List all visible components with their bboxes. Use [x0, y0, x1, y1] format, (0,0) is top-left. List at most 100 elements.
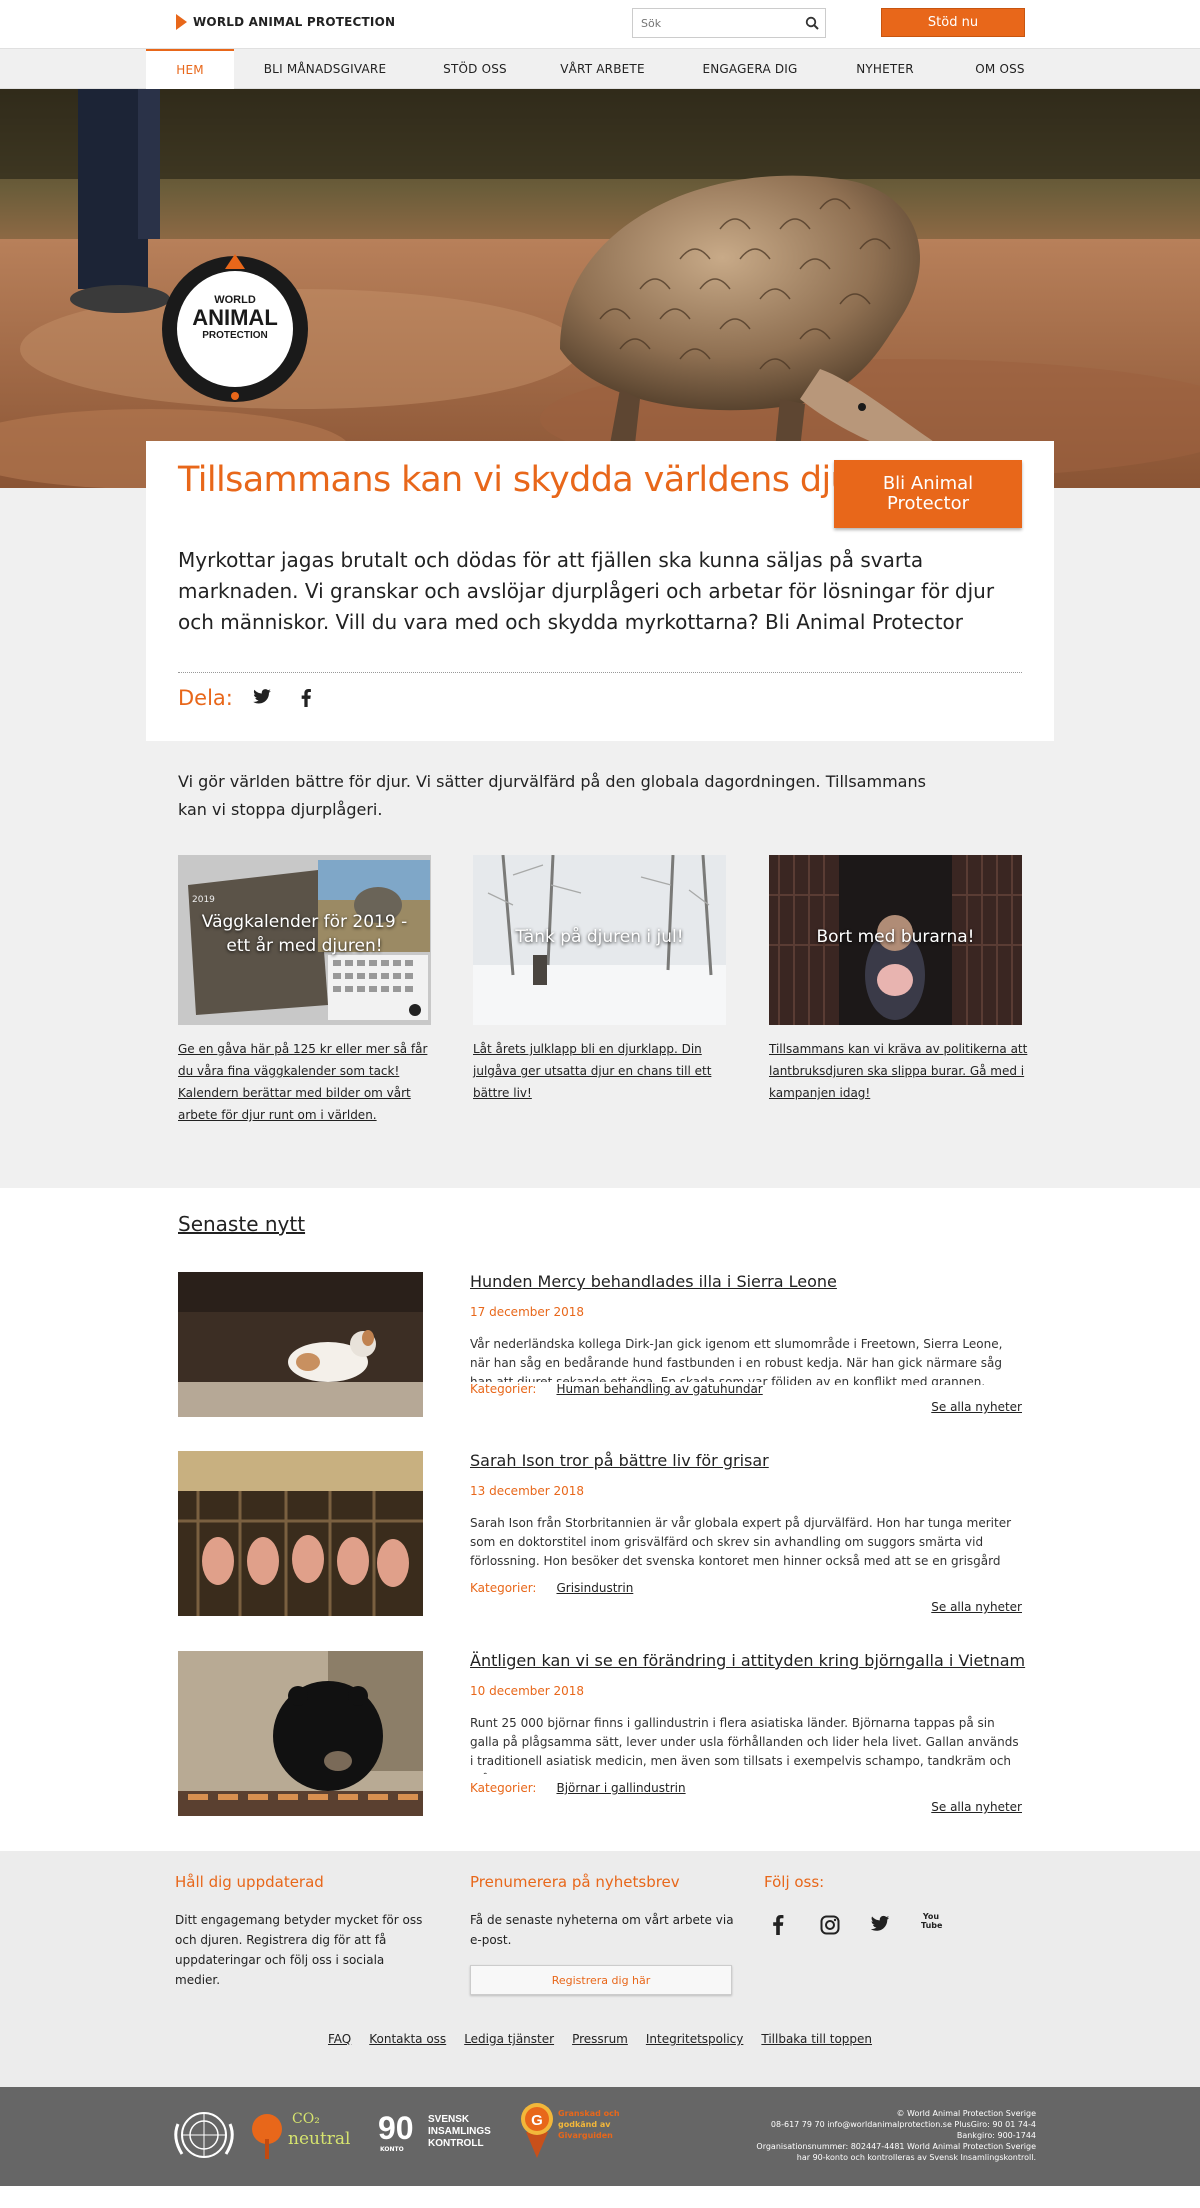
news-category-link-1[interactable]: Human behandling av gatuhundar [556, 1382, 762, 1396]
news-category-link-2[interactable]: Grisindustrin [556, 1581, 633, 1595]
news-text-3: Runt 25 000 björnar finns i gallindustri… [470, 1716, 1019, 1774]
legal-line-2: 08-617 79 70 info@worldanimalprotection.… [770, 2120, 1036, 2140]
news-more-link-3[interactable]: Se alla nyheter [931, 1800, 1022, 1814]
footer-instagram-icon[interactable] [820, 1915, 840, 1939]
news-category-label-3: Kategorier: [470, 1781, 537, 1795]
top-bar: WORLD ANIMAL PROTECTION Stöd nu [0, 0, 1200, 48]
news-category-label-2: Kategorier: [470, 1581, 537, 1595]
givarguiden-text: Granskad och godkänd av Givarguiden [558, 2108, 620, 2141]
footer-newsletter-text: Få de senaste nyheterna om vårt arbete v… [470, 1913, 734, 1947]
news-image-pigs[interactable] [178, 1451, 423, 1616]
news-category-label-1: Kategorier: [470, 1382, 537, 1396]
tile-cages-caption[interactable]: Tillsammans kan vi kräva av politikerna … [769, 1038, 1029, 1104]
nav-item-engagera-dig[interactable]: ENGAGERA DIG [690, 49, 810, 89]
tile-cages[interactable]: Bort med burarna! [769, 855, 1022, 1025]
news-title-2[interactable]: Sarah Ison tror på bättre liv för grisar [470, 1451, 769, 1470]
givarguiden-medal-icon: G [521, 2103, 553, 2158]
search-icon[interactable] [799, 9, 825, 37]
search-input[interactable] [633, 9, 799, 37]
tile-calendar[interactable]: 2019 Väggkalender för 2019 - ett år med … [178, 855, 431, 1025]
news-category-link-3[interactable]: Björnar i gallindustrin [556, 1781, 685, 1795]
logo-line-protection: PROTECTION [202, 330, 268, 341]
svensk-line-3: KONTROLL [428, 2138, 484, 2149]
footer-follow-title: Följ oss: [764, 1873, 825, 1891]
footer-links: FAQ Kontakta oss Lediga tjänster Pressru… [0, 2032, 1200, 2046]
svensk-line-2: INSAMLINGS [428, 2126, 491, 2137]
nav-item-vart-arbete[interactable]: VÅRT ARBETE [550, 49, 655, 89]
news-date-2: 13 december 2018 [470, 1484, 585, 1498]
logo-line-animal: ANIMAL [192, 305, 278, 330]
footer-link-back-to-top[interactable]: Tillbaka till toppen [761, 2032, 872, 2046]
co2-neutral-logo: CO₂ neutral [250, 2105, 360, 2165]
news-section-title[interactable]: Senaste nytt [178, 1212, 305, 1236]
givarguiden-badge: G Granskad och godkänd av Givarguiden [520, 2102, 630, 2168]
footer-twitter-icon[interactable] [870, 1915, 890, 1937]
footer-youtube-icon[interactable]: You Tube [921, 1912, 943, 1930]
news-title-1[interactable]: Hunden Mercy behandlades illa i Sierra L… [470, 1272, 837, 1291]
main-nav: HEM BLI MÅNADSGIVARE STÖD OSS VÅRT ARBET… [0, 48, 1200, 89]
bottom-white-strip [0, 2186, 1200, 2208]
givare-line-2: godkänd av [558, 2120, 611, 2129]
svensk-lines: SVENSK INSAMLINGS KONTROLL [428, 2114, 491, 2150]
svensk-insamlingskontroll-logo: 90 KONTO SVENSK INSAMLINGS KONTROLL [378, 2110, 518, 2162]
intro-divider [178, 672, 1022, 673]
share-facebook-icon[interactable] [300, 689, 312, 711]
share-twitter-icon[interactable] [252, 689, 272, 709]
news-category-2: Kategorier: Grisindustrin [470, 1581, 634, 1595]
konto-small: KONTO [380, 2146, 404, 2153]
svg-text:G: G [531, 2112, 543, 2129]
tree-icon [252, 2114, 282, 2159]
donate-button[interactable]: Stöd nu [881, 8, 1025, 37]
footer-link-privacy[interactable]: Integritetspolicy [646, 2032, 744, 2046]
legal-info: © World Animal Protection Sverige 08-617… [746, 2108, 1036, 2163]
tile-calendar-caption[interactable]: Ge en gåva här på 125 kr eller mer så få… [178, 1038, 438, 1126]
tagline: Vi gör världen bättre för djur. Vi sätte… [178, 772, 926, 819]
brand-triangle-icon [176, 14, 187, 30]
hero-logo-badge: WORLD ANIMAL PROTECTION [160, 254, 310, 408]
footer-link-contact[interactable]: Kontakta oss [369, 2032, 446, 2046]
brand-name: WORLD ANIMAL PROTECTION [193, 15, 396, 29]
news-more-link-2[interactable]: Se alla nyheter [931, 1600, 1022, 1614]
news-date-3: 10 december 2018 [470, 1684, 585, 1698]
footer-newsletter-title: Prenumerera på nyhetsbrev [470, 1873, 680, 1891]
intro-title: Tillsammans kan vi skydda världens djur [178, 460, 867, 500]
animal-protector-label: Bli Animal Protector [882, 473, 974, 514]
register-button[interactable]: Registrera dig här [470, 1965, 732, 1995]
news-image-dog[interactable] [178, 1272, 423, 1417]
news-category-1: Kategorier: Human behandling av gatuhund… [470, 1382, 763, 1396]
legal-line-1: © World Animal Protection Sverige [896, 2109, 1037, 2118]
news-more-link-1[interactable]: Se alla nyheter [931, 1400, 1022, 1414]
brand-logo[interactable]: WORLD ANIMAL PROTECTION [176, 14, 395, 30]
nav-item-om-oss[interactable]: OM OSS [955, 49, 1045, 89]
footer-facebook-icon[interactable] [772, 1915, 784, 1939]
logo-text: WORLD ANIMAL PROTECTION [160, 294, 310, 341]
footer-link-jobs[interactable]: Lediga tjänster [464, 2032, 554, 2046]
konto-number: 90 [378, 2110, 414, 2146]
co2-label: CO₂ [292, 2111, 320, 2127]
nav-item-hem[interactable]: HEM [146, 49, 234, 89]
un-emblem-icon [168, 2104, 240, 2170]
youtube-icon-text: You Tube [921, 1912, 943, 1930]
svensk-line-1: SVENSK [428, 2114, 470, 2125]
nav-item-bli-manadsgivare[interactable]: BLI MÅNADSGIVARE [250, 49, 400, 89]
news-title-3[interactable]: Äntligen kan vi se en förändring i attit… [470, 1651, 1025, 1670]
calendar-year: 2019 [192, 895, 215, 905]
tile-christmas[interactable]: Tänk på djuren i jul! [473, 855, 726, 1025]
footer-link-press[interactable]: Pressrum [572, 2032, 628, 2046]
footer-updates-text: Ditt engagemang betyder mycket för oss o… [175, 1913, 423, 1987]
legal-line-3: Organisationsnummer: 802447-4481 World A… [756, 2142, 1036, 2162]
footer-link-faq[interactable]: FAQ [328, 2032, 351, 2046]
footer-updates-title: Håll dig uppdaterad [175, 1873, 324, 1891]
nav-item-nyheter[interactable]: NYHETER [835, 49, 935, 89]
intro-body: Myrkottar jagas brutalt och dödas för at… [178, 548, 995, 634]
tile-calendar-label: Väggkalender för 2019 - ett år med djure… [201, 912, 408, 956]
news-image-bear[interactable] [178, 1651, 423, 1816]
tile-christmas-caption[interactable]: Låt årets julklapp bli en djurklapp. Din… [473, 1038, 733, 1104]
givare-line-1: Granskad och [558, 2109, 620, 2118]
news-date-1: 17 december 2018 [470, 1305, 585, 1319]
animal-protector-button[interactable]: Bli Animal Protector [834, 460, 1022, 528]
news-category-3: Kategorier: Björnar i gallindustrin [470, 1781, 686, 1795]
hero-image-pangolin: WORLD ANIMAL PROTECTION [0, 89, 1200, 488]
givare-line-3: Givarguiden [558, 2131, 613, 2140]
nav-item-stod-oss[interactable]: STÖD OSS [425, 49, 525, 89]
